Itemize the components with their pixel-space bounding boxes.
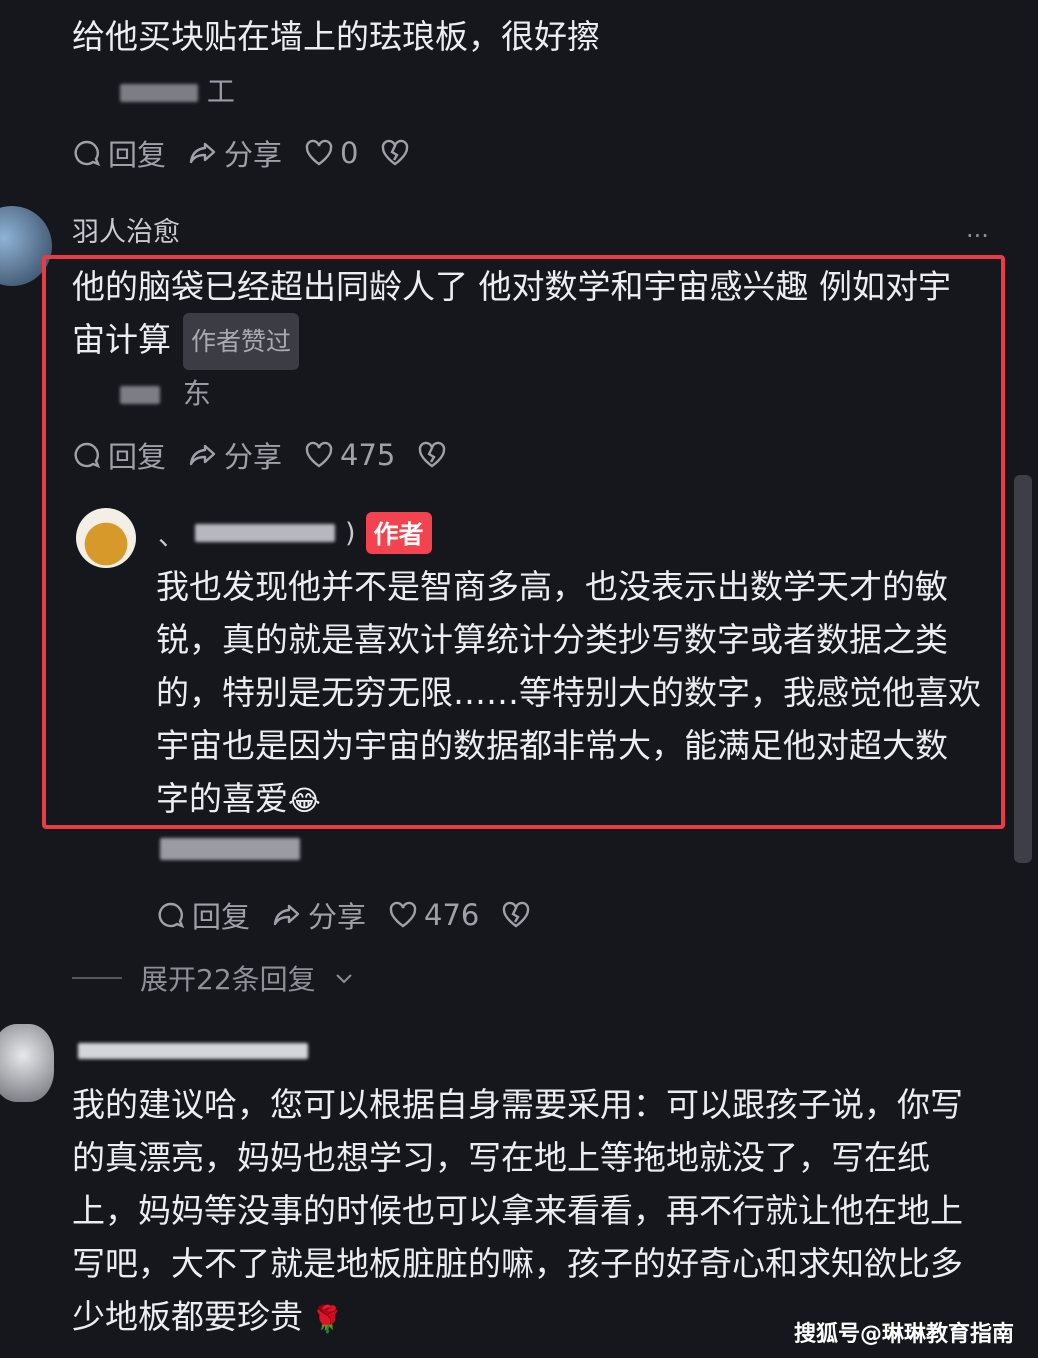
like-button[interactable]: 476: [388, 898, 479, 932]
share-arrow-icon: [273, 904, 300, 926]
blurred-location: [160, 838, 300, 860]
blurred-username: [78, 1042, 308, 1059]
share-button[interactable]: 分享: [188, 132, 282, 174]
author-reply-actions: 回复 分享 476: [156, 894, 531, 936]
comment-1-actions: 回复 分享 0: [72, 132, 410, 174]
broken-heart-icon: [503, 901, 530, 928]
chevron-down-icon: [335, 974, 352, 984]
comment-3-text: 我的建议哈，您可以根据自身需要采用：可以跟孩子说，你写 的真漂亮，妈妈也想学习，…: [72, 1085, 963, 1336]
comment-2-username[interactable]: 羽人治愈: [72, 210, 180, 249]
expand-replies-link[interactable]: 展开22条回复: [72, 958, 354, 998]
watermark: 搜狐号@琳琳教育指南: [793, 1322, 1014, 1347]
share-arrow-icon: [189, 142, 216, 164]
more-options-icon[interactable]: ···: [966, 222, 989, 250]
heart-icon: [389, 901, 417, 928]
broken-heart-icon: [382, 139, 409, 166]
reply-bubble-icon: [74, 140, 101, 167]
highlight-box: [42, 255, 1005, 829]
divider-line: [72, 977, 122, 979]
comment-3-username[interactable]: [78, 1040, 308, 1059]
comment-1-text: 给他买块贴在墙上的珐琅板，很好擦: [72, 17, 600, 56]
author-reply-location: [160, 838, 300, 860]
rose-emoji: 🌹: [311, 1305, 344, 1335]
dislike-button[interactable]: [501, 900, 531, 930]
scrollbar[interactable]: [1014, 475, 1032, 863]
reply-button[interactable]: 回复: [156, 894, 250, 936]
share-button[interactable]: 分享: [272, 894, 366, 936]
reply-bubble-icon: [158, 902, 185, 929]
blurred-location: [120, 84, 198, 102]
like-button[interactable]: 0: [304, 136, 358, 170]
heart-icon: [305, 139, 333, 166]
comment-1-location: 工: [120, 70, 235, 110]
dislike-button[interactable]: [380, 138, 410, 168]
avatar[interactable]: [0, 1024, 54, 1102]
reply-button[interactable]: 回复: [72, 132, 166, 174]
